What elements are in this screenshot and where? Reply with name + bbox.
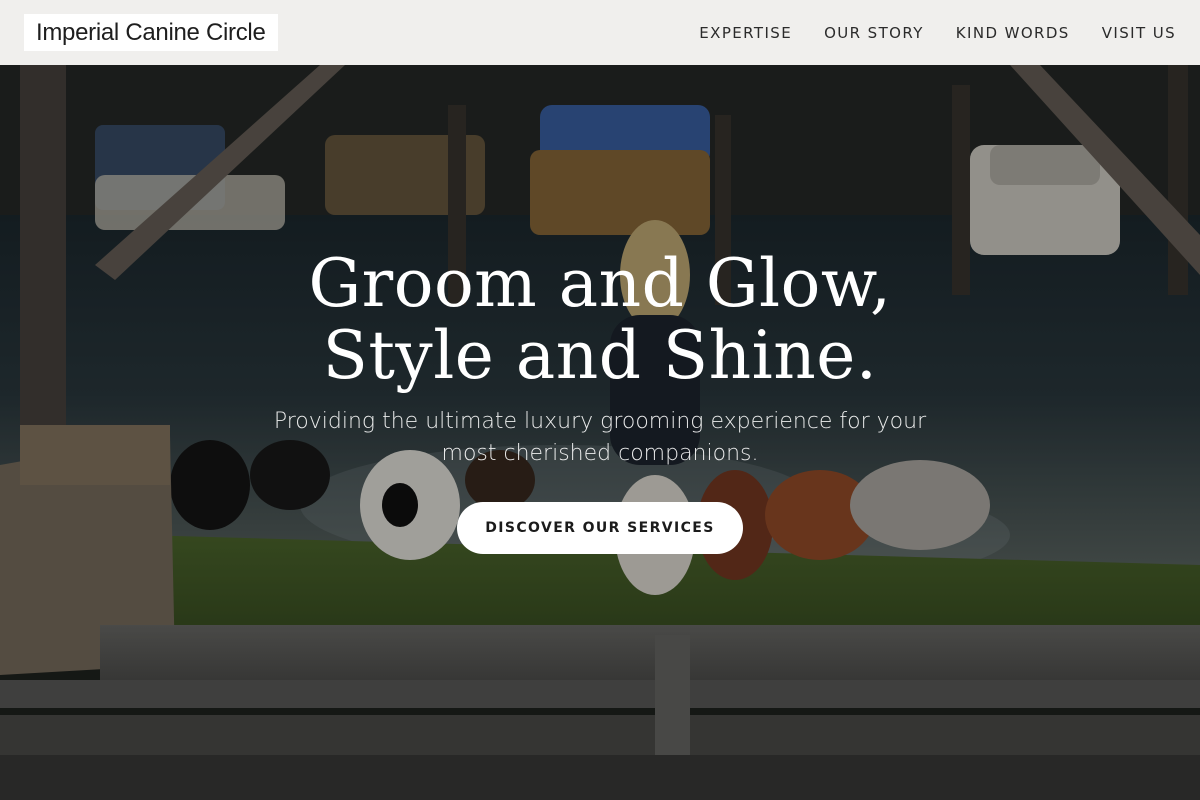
hero-subtitle: Providing the ultimate luxury grooming e… (273, 409, 927, 466)
nav-link-kind-words[interactable]: KIND WORDS (956, 24, 1070, 42)
nav-link-visit-us[interactable]: VISIT US (1102, 24, 1176, 42)
hero-title: Groom and Glow, Style and Shine. (0, 248, 1200, 392)
main-nav: EXPERTISE OUR STORY KIND WORDS VISIT US (699, 24, 1176, 42)
hero-title-line-2: Style and Shine. (322, 317, 878, 394)
hero-section: Groom and Glow, Style and Shine. Providi… (0, 65, 1200, 800)
nav-link-expertise[interactable]: EXPERTISE (699, 24, 792, 42)
hero-title-line-1: Groom and Glow, (308, 245, 892, 322)
site-header: Imperial Canine Circle EXPERTISE OUR STO… (0, 0, 1200, 65)
brand-logo[interactable]: Imperial Canine Circle (24, 14, 278, 51)
nav-link-our-story[interactable]: OUR STORY (824, 24, 924, 42)
hero-content: Groom and Glow, Style and Shine. Providi… (0, 65, 1200, 800)
discover-services-button[interactable]: DISCOVER OUR SERVICES (457, 502, 743, 554)
